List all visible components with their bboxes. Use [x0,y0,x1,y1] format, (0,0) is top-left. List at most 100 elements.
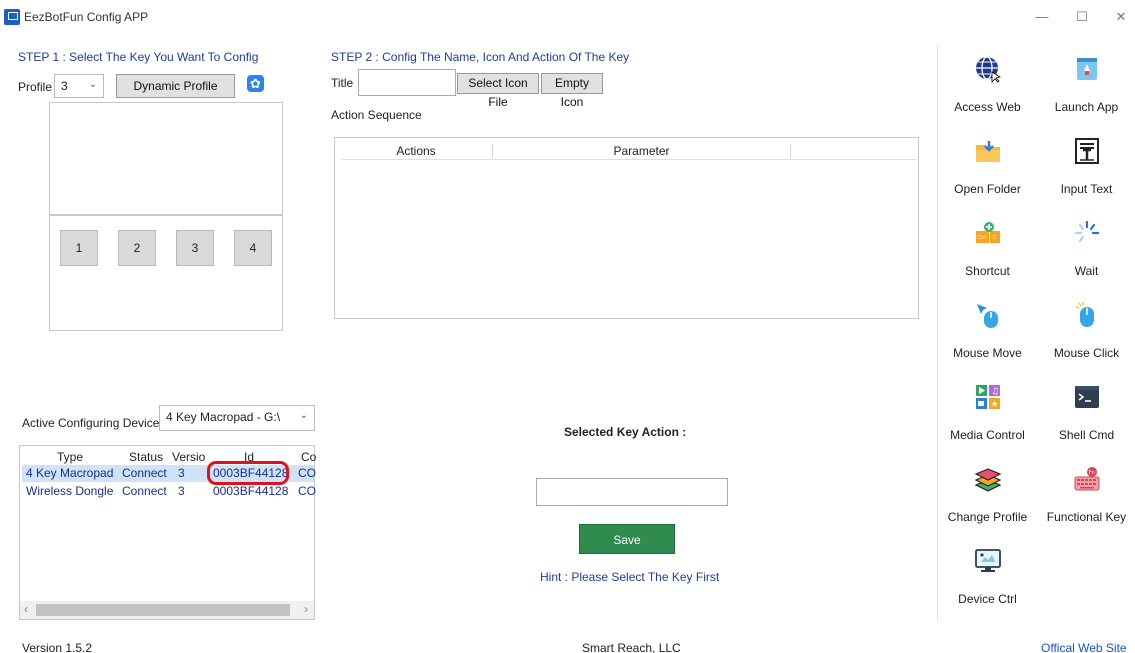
column-divider [790,144,791,158]
action-label: Shortcut [965,264,1010,278]
action-table-header: Actions Parameter [341,142,916,160]
key-button-2[interactable]: 2 [118,230,156,266]
hint-text: Hint : Please Select The Key First [540,570,720,584]
app-logo-icon [4,9,20,25]
action-label: Mouse Move [953,346,1022,360]
step1-heading: STEP 1 : Select The Key You Want To Conf… [18,50,259,64]
action-label: Device Ctrl [958,592,1017,606]
action-wait[interactable]: Wait [1037,209,1135,291]
empty-icon-button[interactable]: Empty Icon [541,73,603,109]
monitor-icon [975,549,1001,572]
mouse-move-icon [977,304,998,328]
action-access-web[interactable]: Access Web [938,45,1037,127]
window-title: EezBotFun Config APP [24,10,149,24]
terminal-icon [1075,386,1099,408]
rocket-app-icon [1077,58,1097,80]
active-device-value: 4 Key Macropad - G:\ [166,410,281,424]
active-device-label: Active Configuring Device [22,416,160,430]
title-input[interactable] [358,69,456,96]
action-functional-key[interactable]: Fn Functional Key [1037,455,1135,537]
action-label: Open Folder [954,182,1021,196]
table-row[interactable]: Wireless Dongle Connect 3 0003BF44128 CO [22,483,316,500]
type-column-header: Type [57,450,84,464]
action-label: Wait [1074,264,1099,278]
action-shortcut[interactable]: Ctrl C Shortcut [938,209,1037,291]
chevron-down-icon: ⌄ [88,79,97,90]
globe-icon [976,56,1002,83]
device-co: CO [298,466,316,480]
device-status: Connect [122,484,167,498]
dynamic-profile-setup-button[interactable]: Dynamic Profile Setup [116,74,235,115]
action-input-text[interactable]: Input Text [1037,127,1135,209]
actions-column-header: Actions [396,144,436,158]
layers-icon [974,468,1002,492]
key-button-1[interactable]: 1 [60,230,98,266]
svg-text:Ctrl: Ctrl [977,235,986,241]
parameter-column-header: Parameter [613,144,670,158]
action-label: Functional Key [1046,510,1127,524]
device-version: 3 [178,466,185,480]
device-type: Wireless Dongle [26,484,114,498]
scroll-right-icon[interactable]: › [304,602,308,616]
action-palette: Access Web Launch App Open Folder Input … [937,45,1135,620]
scrollbar-thumb[interactable] [36,604,290,616]
device-status: Connect [122,466,167,480]
profile-select[interactable]: 3 ⌄ [54,74,104,98]
action-label: Change Profile [947,510,1028,524]
key-icon-preview [49,102,283,215]
spinner-icon [1074,220,1100,243]
key-button-4[interactable]: 4 [234,230,272,266]
horizontal-scrollbar[interactable]: ‹ › [20,601,314,619]
status-column-header: Status [129,450,164,464]
chevron-down-icon: ⌄ [299,410,308,421]
action-label: Mouse Click [1053,346,1120,360]
svg-text:♫: ♫ [991,387,999,397]
device-type: 4 Key Macropad [26,466,114,480]
title-bar: EezBotFun Config APP — ☐ ✕ [0,0,1135,34]
profile-label: Profile [18,80,53,94]
action-sequence-table[interactable] [334,137,919,319]
maximize-button[interactable]: ☐ [1068,6,1096,28]
action-label: Access Web [954,100,1021,114]
folder-icon [976,141,1000,162]
close-button[interactable]: ✕ [1107,6,1135,28]
profile-select-value: 3 [61,79,68,93]
svg-text:C: C [993,235,997,241]
gear-icon[interactable]: ✿ [247,75,264,92]
selected-key-action-field[interactable] [536,478,728,506]
action-launch-app[interactable]: Launch App [1037,45,1135,127]
mouse-click-icon [1075,302,1094,327]
action-sequence-label: Action Sequence [331,108,422,122]
scroll-left-icon[interactable]: ‹ [24,602,28,616]
action-label: Launch App [1054,100,1119,114]
action-label: Input Text [1060,182,1113,196]
action-open-folder[interactable]: Open Folder [938,127,1037,209]
action-media-control[interactable]: ♫ ★ Media Control [938,373,1037,455]
selected-key-action-label: Selected Key Action : [564,425,687,439]
action-label: Media Control [950,428,1025,442]
action-shell-cmd[interactable]: Shell Cmd [1037,373,1135,455]
step2-heading: STEP 2 : Config The Name, Icon And Actio… [331,50,630,64]
media-control-icon: ♫ ★ [976,385,1000,410]
action-label: Shell Cmd [1058,428,1115,442]
highlight-annotation [207,461,289,485]
minimize-button[interactable]: — [1028,6,1056,28]
title-label: Title [331,76,354,90]
device-id: 0003BF44128 [213,484,289,498]
version-text: Version 1.5.2 [22,641,93,653]
keyboard-shortcut-icon: Ctrl C [976,222,1000,243]
select-icon-file-button[interactable]: Select Icon File [457,73,539,109]
action-mouse-click[interactable]: Mouse Click [1037,291,1135,373]
action-change-profile[interactable]: Change Profile [938,455,1037,537]
action-mouse-move[interactable]: Mouse Move [938,291,1037,373]
keyboard-fn-icon: Fn [1074,467,1100,491]
key-button-3[interactable]: 3 [176,230,214,266]
company-text: Smart Reach, LLC [582,641,681,653]
device-version: 3 [178,484,185,498]
official-website-link[interactable]: Offical Web Site [1041,641,1127,653]
active-device-select[interactable]: 4 Key Macropad - G:\ ⌄ [159,405,315,431]
co-column-header: Co [301,450,317,464]
action-device-ctrl[interactable]: Device Ctrl [938,537,1037,619]
text-input-icon [1075,138,1099,164]
save-button[interactable]: Save [579,524,675,554]
